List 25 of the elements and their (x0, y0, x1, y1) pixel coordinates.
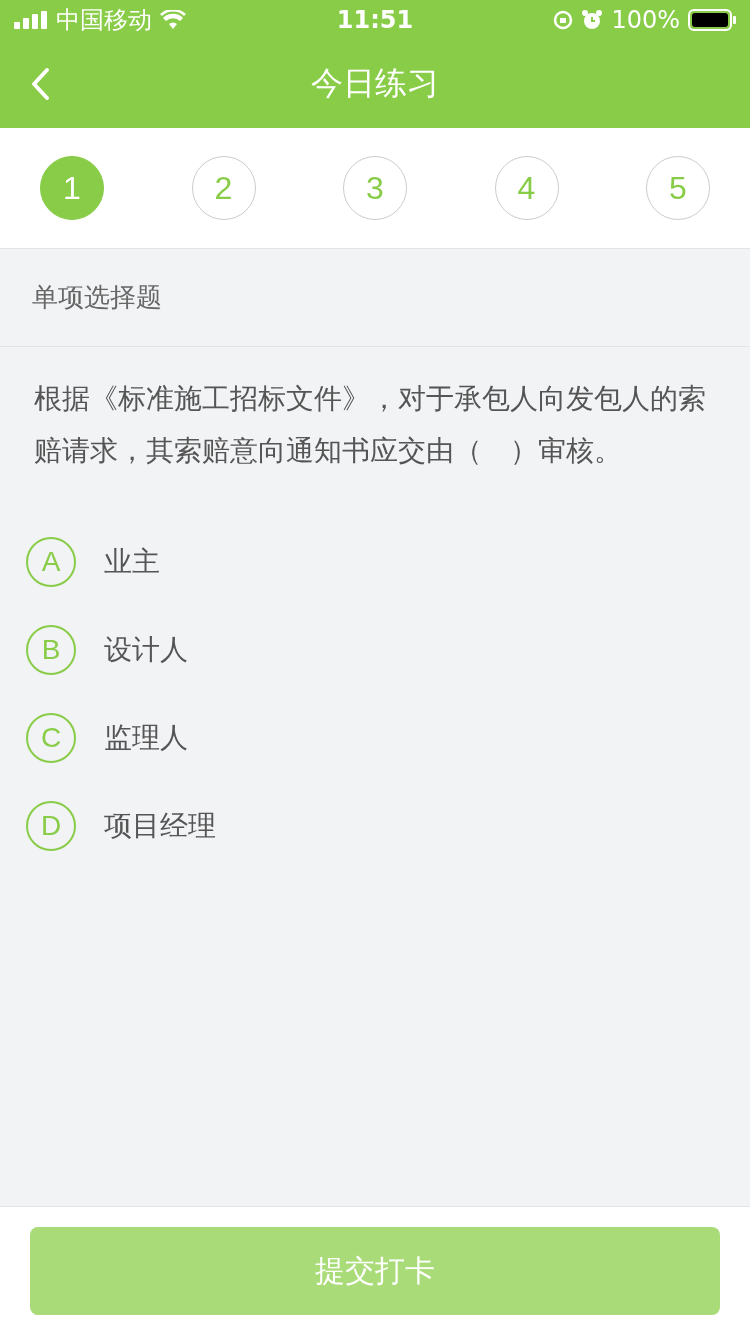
option-text[interactable]: 项目经理 (104, 807, 216, 845)
signal-icon (14, 11, 48, 29)
option-text[interactable]: 业主 (104, 543, 160, 581)
question-number[interactable]: 2 (191, 156, 256, 220)
carrier-name: 中国移动 (56, 5, 152, 36)
question-number[interactable]: 5 (646, 156, 710, 220)
alarm-icon (581, 9, 604, 31)
rotation-lock-icon (553, 10, 574, 30)
battery-icon (688, 9, 736, 31)
option-letter[interactable]: C (26, 713, 76, 763)
question-text: 根据《标准施工招标文件》，对于承包人向发包人的索赔请求，其索赔意向通知书应交由（ ）审核。 (33, 381, 707, 469)
question-number[interactable]: 1 (40, 156, 104, 220)
option-letter[interactable]: B (26, 625, 76, 675)
page-title: 今日练习 (310, 63, 440, 104)
wifi-icon (160, 10, 186, 30)
battery-percent: 100% (611, 6, 680, 34)
option-letter[interactable]: A (26, 537, 76, 587)
status-time: 11:51 (335, 6, 415, 34)
back-icon[interactable] (30, 67, 50, 101)
question-type: 单项选择题 (32, 281, 162, 314)
option-text[interactable]: 设计人 (104, 631, 188, 669)
option-text[interactable]: 监理人 (104, 719, 188, 757)
question-number[interactable]: 3 (343, 156, 407, 220)
option-letter[interactable]: D (26, 801, 76, 851)
question-number[interactable]: 4 (494, 156, 559, 220)
